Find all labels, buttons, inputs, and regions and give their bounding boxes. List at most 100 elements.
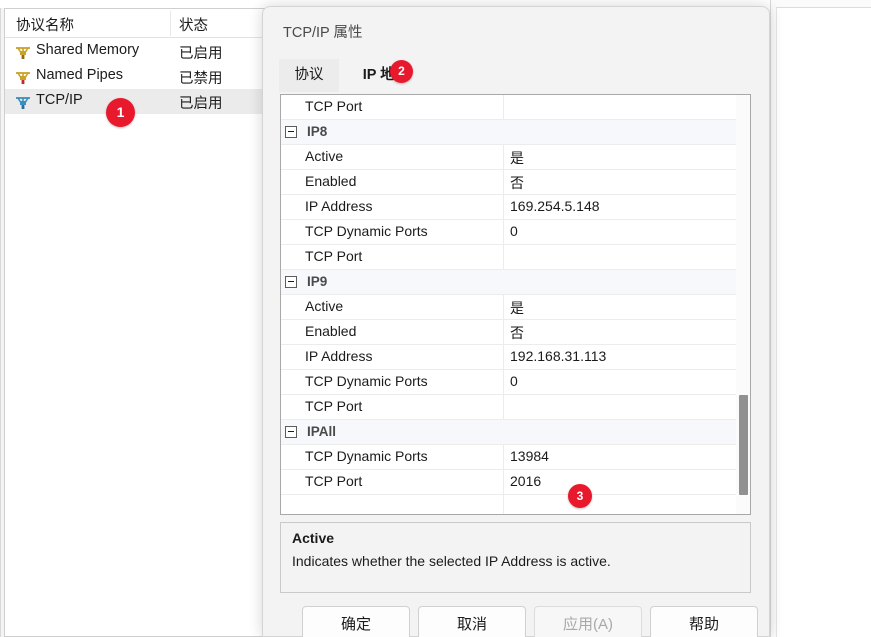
property-value[interactable]: 13984: [510, 448, 549, 464]
value-column-divider: [503, 170, 504, 195]
cancel-button[interactable]: 取消: [418, 606, 526, 637]
value-column-divider: [503, 245, 504, 270]
property-name: IP Address: [305, 198, 373, 214]
tcpip-properties-dialog: TCP/IP 属性 ? 协议 IP 地址 TCP PortIP8Active是E…: [262, 6, 770, 637]
value-column-divider: [503, 95, 504, 120]
protocol-status: 已禁用: [179, 71, 223, 87]
value-column-divider: [503, 145, 504, 170]
property-name: IP9: [307, 274, 328, 289]
value-column-divider: [503, 220, 504, 245]
value-column-divider: [503, 320, 504, 345]
property-value[interactable]: 2016: [510, 473, 541, 489]
dialog-titlebar[interactable]: TCP/IP 属性 ?: [263, 7, 769, 51]
property-name: TCP Port: [305, 398, 363, 414]
protocol-name: TCP/IP: [36, 92, 83, 108]
description-pane: Active Indicates whether the selected IP…: [280, 522, 751, 593]
property-value[interactable]: 0: [510, 223, 518, 239]
property-row[interactable]: [281, 495, 750, 514]
tab-ip-addresses[interactable]: IP 地址: [340, 59, 432, 92]
dialog-tabstrip: 协议 IP 地址: [279, 59, 757, 92]
step-badge-3: 3: [568, 484, 592, 508]
property-row[interactable]: TCP Dynamic Ports 13984: [281, 445, 750, 470]
property-name: Active: [305, 298, 344, 314]
property-name: Enabled: [305, 173, 357, 189]
property-name: Active: [305, 148, 344, 164]
description-title: Active: [292, 530, 335, 546]
property-row[interactable]: TCP Dynamic Ports 0: [281, 220, 750, 245]
property-name: Enabled: [305, 323, 357, 339]
ip-address-property-grid[interactable]: TCP Port IP8 Active 是 Enabled 否 IP Address 169.…: [280, 94, 751, 515]
scrollbar-thumb[interactable]: [739, 395, 748, 495]
tab-protocol[interactable]: 协议: [279, 59, 339, 92]
property-group-row[interactable]: IPAll: [281, 420, 750, 445]
property-row[interactable]: TCP Port: [281, 395, 750, 420]
property-value[interactable]: 0: [510, 373, 518, 389]
property-row[interactable]: TCP Port: [281, 245, 750, 270]
property-name: IP Address: [305, 348, 373, 364]
property-group-row[interactable]: IP8: [281, 120, 750, 145]
collapse-expander-icon[interactable]: [285, 276, 297, 288]
property-name: TCP Port: [305, 248, 363, 264]
property-value[interactable]: 192.168.31.113: [510, 348, 606, 364]
property-name: TCP Dynamic Ports: [305, 448, 428, 464]
protocol-name: Shared Memory: [36, 42, 140, 58]
step-badge-1: 1: [106, 98, 135, 127]
value-column-divider: [503, 345, 504, 370]
property-value[interactable]: 否: [510, 173, 524, 193]
value-column-divider: [503, 195, 504, 220]
protocol-status: 已启用: [179, 46, 223, 62]
help-button[interactable]: 帮助: [650, 606, 758, 637]
network-protocol-icon: [16, 47, 30, 59]
value-column-divider: [503, 470, 504, 495]
property-name: TCP Dynamic Ports: [305, 373, 428, 389]
protocol-row[interactable]: Named Pipes 已禁用: [5, 64, 267, 89]
protocol-name: Named Pipes: [36, 67, 124, 83]
property-grid-scrollbar[interactable]: [736, 95, 750, 514]
property-row[interactable]: Enabled 否: [281, 170, 750, 195]
property-name: TCP Dynamic Ports: [305, 223, 428, 239]
property-name: TCP Port: [305, 98, 363, 114]
value-column-divider: [503, 395, 504, 420]
property-value[interactable]: 是: [510, 148, 524, 168]
property-name: IP8: [307, 124, 328, 139]
screenshot-root: 协议名称 状态 Shared Memory 已启用 Named Pipes 已禁用 TC…: [0, 0, 871, 637]
protocol-status: 已启用: [179, 96, 223, 112]
protocol-row[interactable]: TCP/IP 已启用: [5, 89, 267, 114]
dialog-title: TCP/IP 属性: [283, 25, 363, 41]
property-value[interactable]: 否: [510, 323, 524, 343]
collapse-expander-icon[interactable]: [285, 426, 297, 438]
property-row[interactable]: Active 是: [281, 145, 750, 170]
apply-button: 应用(A): [534, 606, 642, 637]
property-row[interactable]: TCP Dynamic Ports 0: [281, 370, 750, 395]
dialog-footer: 确定 取消 应用(A) 帮助: [263, 606, 771, 637]
property-name: TCP Port: [305, 473, 363, 489]
property-row[interactable]: IP Address 169.254.5.148: [281, 195, 750, 220]
column-header-status[interactable]: 状态: [179, 14, 208, 35]
column-header-protocol-name[interactable]: 协议名称: [16, 14, 74, 35]
property-grid-rows: TCP Port IP8 Active 是 Enabled 否 IP Address 169.…: [281, 95, 750, 514]
property-row[interactable]: Enabled 否: [281, 320, 750, 345]
description-text: Indicates whether the selected IP Addres…: [292, 553, 611, 569]
value-column-divider: [503, 445, 504, 470]
step-badge-2: 2: [390, 60, 413, 83]
background-window-client: [776, 7, 871, 637]
network-protocol-icon: [16, 72, 30, 84]
column-header-divider: [170, 11, 171, 36]
protocol-row[interactable]: Shared Memory 已启用: [5, 39, 267, 64]
protocols-list-header: 协议名称 状态: [5, 9, 266, 38]
property-row[interactable]: Active 是: [281, 295, 750, 320]
property-row[interactable]: TCP Port 2016: [281, 470, 750, 495]
collapse-expander-icon[interactable]: [285, 126, 297, 138]
value-column-divider: [503, 495, 504, 514]
protocols-panel: 协议名称 状态 Shared Memory 已启用 Named Pipes 已禁用 TC…: [4, 8, 267, 637]
property-value[interactable]: 是: [510, 298, 524, 318]
property-value[interactable]: 169.254.5.148: [510, 198, 600, 214]
property-row[interactable]: IP Address 192.168.31.113: [281, 345, 750, 370]
property-group-row[interactable]: IP9: [281, 270, 750, 295]
value-column-divider: [503, 295, 504, 320]
ok-button[interactable]: 确定: [302, 606, 410, 637]
value-column-divider: [503, 370, 504, 395]
network-protocol-icon: [16, 97, 30, 109]
property-row[interactable]: TCP Port: [281, 95, 750, 120]
property-name: IPAll: [307, 424, 337, 439]
